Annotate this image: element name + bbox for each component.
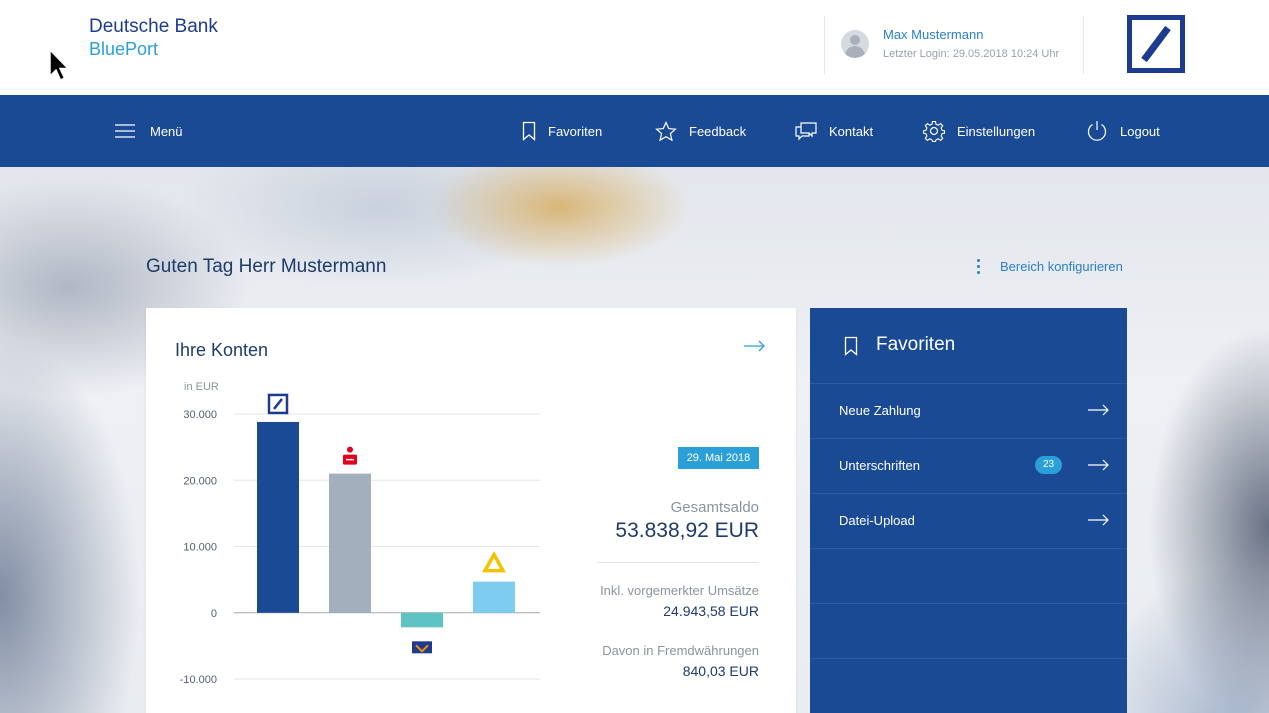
pending-value: 24.943,58 EUR — [663, 603, 759, 619]
nav-contact-label: Kontakt — [829, 123, 874, 139]
favorites-panel: Favoriten Neue Zahlung Unterschriften 23… — [810, 308, 1127, 713]
nav-logout[interactable]: Logout — [1086, 95, 1160, 167]
favorite-file-upload[interactable]: Datei-Upload — [810, 493, 1127, 548]
chart-unit-label: in EUR — [184, 381, 219, 393]
favorites-title: Favoriten — [876, 334, 956, 355]
header: Deutsche Bank BluePort Max Mustermann Le… — [0, 0, 1269, 95]
favorite-empty-slot — [810, 603, 1127, 659]
bookmark-icon — [844, 336, 858, 356]
arrow-right-icon — [1088, 404, 1109, 416]
bookmark-icon — [522, 121, 536, 141]
favorites-header: Favoriten — [810, 308, 1127, 383]
commerzbank-icon — [482, 551, 506, 573]
accounts-card: Ihre Konten in EUR 30.000 20.000 10.000 0 -10… — [146, 308, 796, 713]
configure-area-button[interactable]: Bereich konfigurieren — [976, 259, 1123, 274]
avatar — [841, 30, 869, 58]
arrow-right-icon — [1088, 459, 1109, 471]
favorite-empty-slot — [810, 658, 1127, 713]
favorite-signatures[interactable]: Unterschriften 23 — [810, 438, 1127, 493]
y-tick-label: 20.000 — [183, 475, 217, 487]
gear-icon — [923, 120, 945, 142]
star-icon — [655, 120, 677, 141]
configure-label: Bereich konfigurieren — [1000, 259, 1123, 274]
nav-contact[interactable]: Kontakt — [795, 95, 873, 167]
total-balance-value: 53.838,92 EUR — [615, 519, 759, 542]
y-tick-label: -10.000 — [180, 674, 217, 686]
nav-favorites-label: Favoriten — [548, 123, 603, 139]
deutsche-bank-logo — [1127, 15, 1185, 73]
y-tick-label: 10.000 — [183, 542, 217, 554]
date-badge: 29. Mai 2018 — [678, 447, 759, 469]
nav-favorites[interactable]: Favoriten — [522, 95, 602, 167]
hamburger-icon — [115, 124, 135, 138]
brand-product: BluePort — [89, 39, 159, 59]
volksbank-icon — [412, 641, 432, 654]
bar-deutsche-bank — [257, 421, 299, 613]
power-icon — [1087, 121, 1107, 141]
brand-logo[interactable]: Deutsche Bank BluePort — [89, 16, 218, 60]
more-vertical-icon — [976, 259, 980, 274]
nav-feedback-label: Feedback — [689, 123, 747, 139]
brand-name: Deutsche Bank — [89, 16, 218, 37]
foreign-currency-label: Davon in Fremdwährungen — [602, 643, 759, 658]
total-balance-label: Gesamtsaldo — [670, 499, 759, 516]
arrow-right-icon[interactable] — [744, 340, 766, 352]
favorite-new-payment[interactable]: Neue Zahlung — [810, 383, 1127, 438]
nav-settings-label: Einstellungen — [957, 123, 1036, 139]
nav-feedback[interactable]: Feedback — [655, 95, 746, 167]
accounts-chart: in EUR 30.000 20.000 10.000 0 -10.000 — [180, 381, 540, 686]
y-tick-label: 0 — [211, 608, 217, 620]
bar-sparkasse — [329, 473, 371, 613]
foreign-currency-value: 840,03 EUR — [682, 663, 759, 679]
greeting: Guten Tag Herr Mustermann — [146, 256, 387, 277]
accounts-title: Ihre Konten — [175, 340, 269, 360]
user-info[interactable]: Max Mustermann Letzter Login: 29.05.2018… — [824, 16, 1084, 74]
favorite-empty-slot — [810, 548, 1127, 604]
nav-logout-label: Logout — [1120, 123, 1160, 139]
count-badge: 23 — [1035, 456, 1062, 474]
chat-bubbles-icon — [795, 122, 817, 141]
favorite-label: Neue Zahlung — [839, 403, 921, 418]
user-name[interactable]: Max Mustermann — [883, 27, 983, 42]
y-tick-label: 30.000 — [183, 409, 217, 421]
menu-button[interactable]: Menü — [114, 95, 183, 167]
main-navigation: Menü Favoriten Feedback Kontakt Einstell… — [0, 95, 1269, 167]
last-login: Letzter Login: 29.05.2018 10:24 Uhr — [883, 48, 1060, 60]
bar-volksbank — [401, 612, 443, 628]
favorite-label: Datei-Upload — [839, 513, 915, 528]
favorite-label: Unterschriften — [839, 458, 920, 473]
deutsche-bank-icon — [267, 393, 289, 415]
pending-label: Inkl. vorgemerkter Umsätze — [600, 583, 759, 598]
sparkasse-icon — [343, 446, 357, 465]
nav-settings[interactable]: Einstellungen — [923, 95, 1035, 167]
bar-commerzbank — [473, 581, 515, 613]
mouse-cursor-icon — [49, 48, 70, 82]
divider — [597, 562, 759, 563]
menu-label: Menü — [150, 123, 183, 139]
arrow-right-icon — [1088, 514, 1109, 526]
